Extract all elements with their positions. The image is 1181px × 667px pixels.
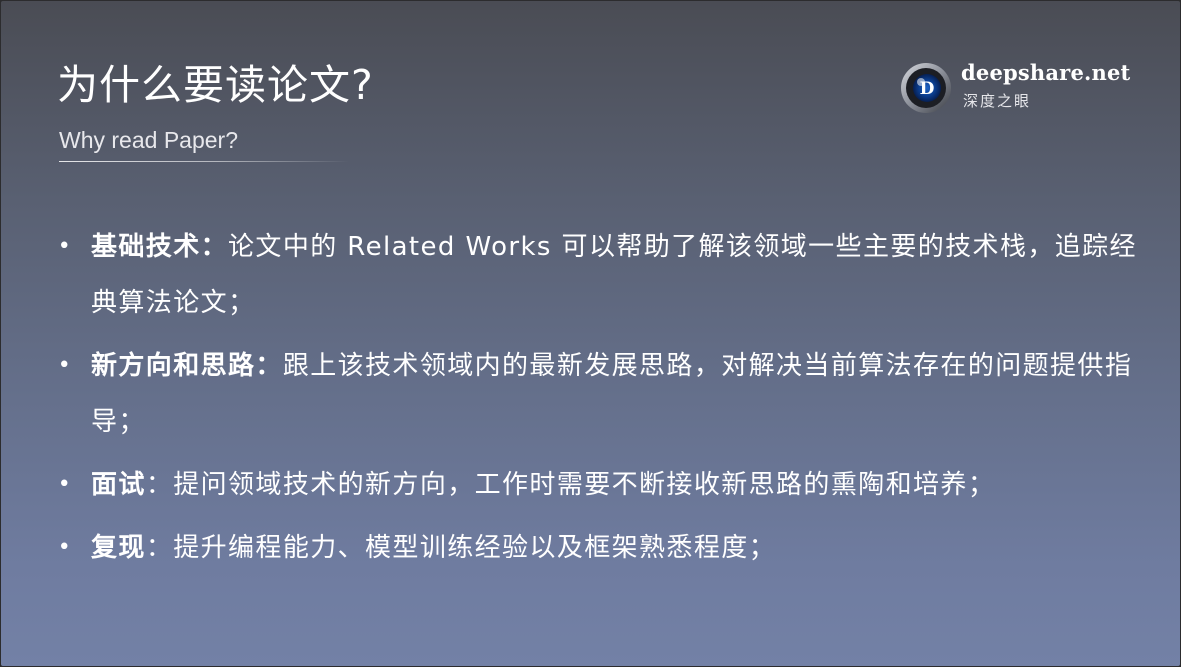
eye-logo-icon: D [901, 63, 951, 113]
brand-logo: D deepshare.net 深度之眼 [899, 59, 1139, 119]
bullet-list: • 基础技术：论文中的 Related Works 可以帮助了解该领域一些主要的技… [57, 219, 1157, 583]
bullet-term: 复现 [91, 533, 146, 563]
bullet-item: • 基础技术：论文中的 Related Works 可以帮助了解该领域一些主要的技… [57, 219, 1157, 331]
slide-title: 为什么要读论文? [57, 61, 374, 109]
bullet-item: • 面试：提问领域技术的新方向，工作时需要不断接收新思路的熏陶和培养； [57, 457, 1157, 513]
logo-tagline: 深度之眼 [963, 92, 1032, 110]
bullet-separator: ： [145, 533, 174, 563]
slide-subtitle: Why read Paper? [59, 127, 238, 153]
bullet-dot: • [57, 472, 73, 497]
bullet-term: 基础技术 [91, 232, 201, 262]
slide: 为什么要读论文? Why read Paper? D deepshare.net… [1, 1, 1180, 666]
bullet-dot: • [57, 353, 73, 378]
bullet-item: • 复现：提升编程能力、模型训练经验以及框架熟悉程度； [57, 520, 1157, 576]
bullet-item: • 新方向和思路：跟上该技术领域内的最新发展思路，对解决当前算法存在的问题提供指导… [57, 338, 1157, 450]
bullet-term: 新方向和思路 [91, 351, 256, 381]
bullet-dot: • [57, 234, 73, 259]
bullet-text: 论文中的 Related Works 可以帮助了解该领域一些主要的技术栈，追踪经… [91, 232, 1137, 318]
bullet-term: 面试 [91, 470, 146, 500]
bullet-dot: • [57, 535, 73, 560]
bullet-separator: ： [145, 470, 174, 500]
logo-mark-letter: D [920, 79, 935, 99]
bullet-text: 提问领域技术的新方向，工作时需要不断接收新思路的熏陶和培养； [173, 470, 996, 500]
title-underline [59, 161, 349, 162]
bullet-separator: ： [255, 351, 283, 381]
logo-name: deepshare.net [961, 60, 1131, 85]
bullet-text: 提升编程能力、模型训练经验以及框架熟悉程度； [173, 533, 777, 563]
bullet-separator: ： [200, 232, 229, 262]
